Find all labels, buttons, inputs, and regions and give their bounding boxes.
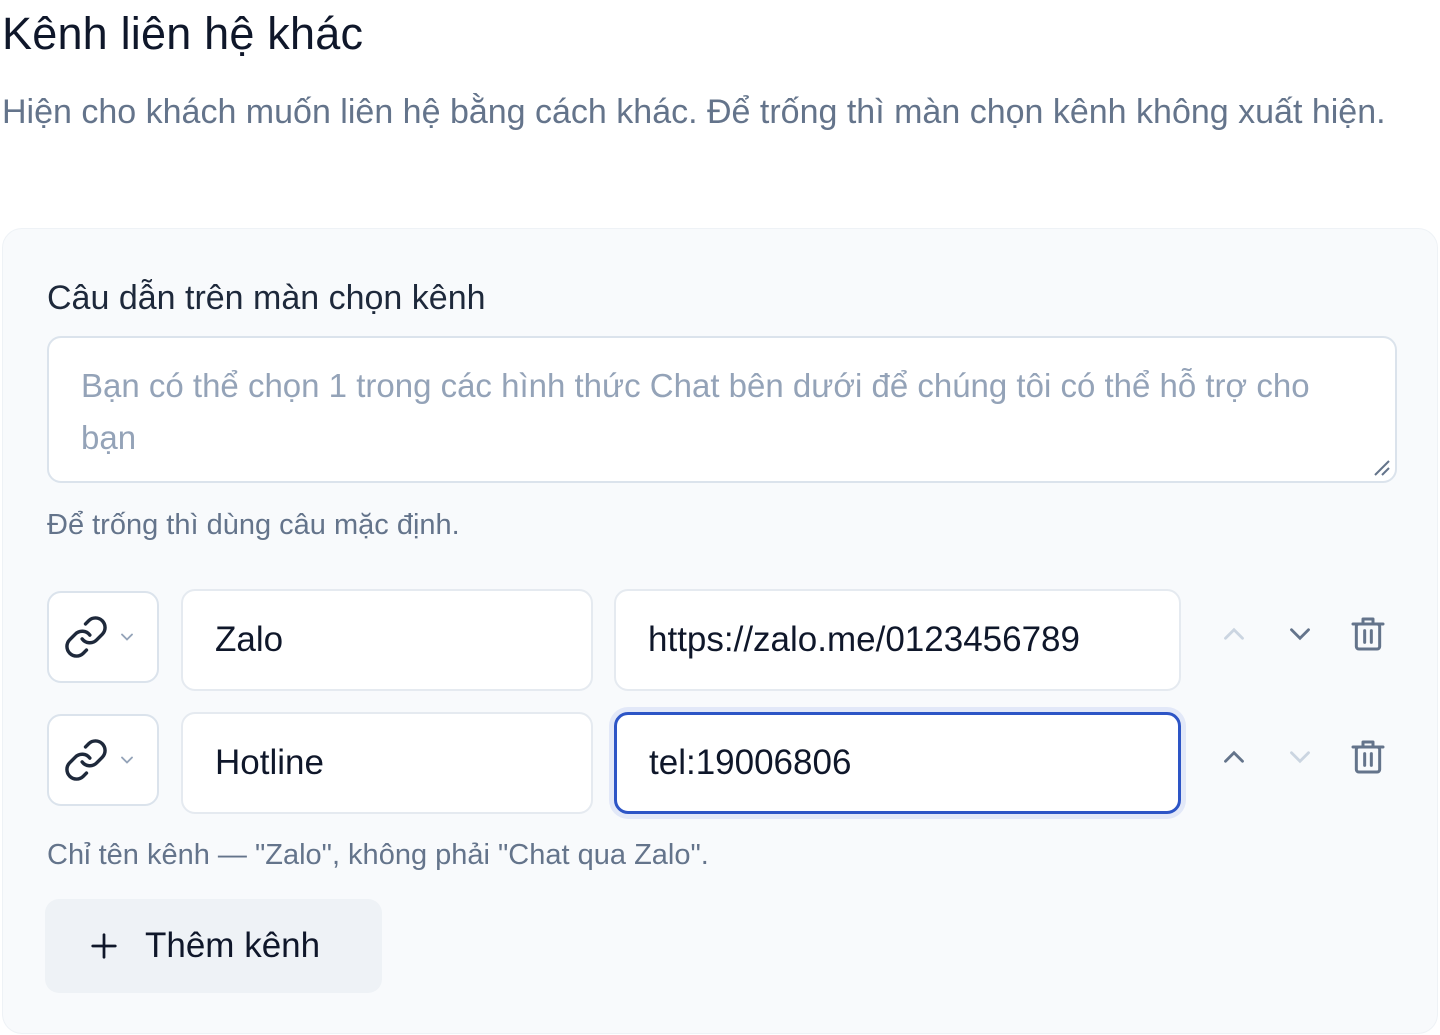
chevron-up-icon (1224, 750, 1244, 763)
resize-handle-icon[interactable] (1369, 455, 1391, 477)
link-icon (65, 616, 107, 658)
channel-icon-select[interactable] (47, 591, 159, 683)
chevron-up-icon (1224, 627, 1244, 640)
link-icon (65, 739, 107, 781)
channel-name-input[interactable]: Hotline (181, 712, 593, 814)
prompt-textarea[interactable]: Bạn có thể chọn 1 trong các hình thức Ch… (47, 336, 1397, 483)
move-up-button[interactable] (1209, 609, 1259, 659)
chevron-down-icon (1290, 751, 1310, 764)
plus-icon (91, 933, 117, 959)
trash-icon (1351, 740, 1385, 774)
section-title: Kênh liên hệ khác (2, 8, 364, 59)
contact-channels-card: Câu dẫn trên màn chọn kênh Bạn có thể ch… (2, 228, 1438, 1034)
delete-channel-button[interactable] (1343, 732, 1393, 782)
move-up-button[interactable] (1209, 732, 1259, 782)
channel-row: Zalo https://zalo.me/0123456789 (47, 589, 1407, 693)
move-down-button[interactable] (1275, 732, 1325, 782)
section-description: Hiện cho khách muốn liên hệ bằng cách kh… (2, 93, 1386, 131)
chevron-down-icon (121, 756, 133, 764)
channel-row: Hotline tel:19006806 (47, 712, 1407, 816)
add-channel-label: Thêm kênh (145, 926, 321, 965)
prompt-hint: Để trống thì dùng câu mặc định. (47, 509, 460, 541)
trash-icon (1351, 617, 1385, 651)
move-down-button[interactable] (1275, 609, 1325, 659)
add-channel-button[interactable]: Thêm kênh (45, 899, 382, 993)
channels-hint: Chỉ tên kênh — "Zalo", không phải "Chat … (47, 839, 709, 871)
chevron-down-icon (121, 633, 133, 641)
channel-url-input[interactable]: https://zalo.me/0123456789 (614, 589, 1181, 691)
prompt-placeholder: Bạn có thể chọn 1 trong các hình thức Ch… (81, 367, 1310, 456)
channel-icon-select[interactable] (47, 714, 159, 806)
chevron-down-icon (1290, 628, 1310, 641)
channel-url-input[interactable]: tel:19006806 (614, 712, 1181, 814)
channel-name-input[interactable]: Zalo (181, 589, 593, 691)
delete-channel-button[interactable] (1343, 609, 1393, 659)
prompt-field-label: Câu dẫn trên màn chọn kênh (47, 279, 486, 317)
